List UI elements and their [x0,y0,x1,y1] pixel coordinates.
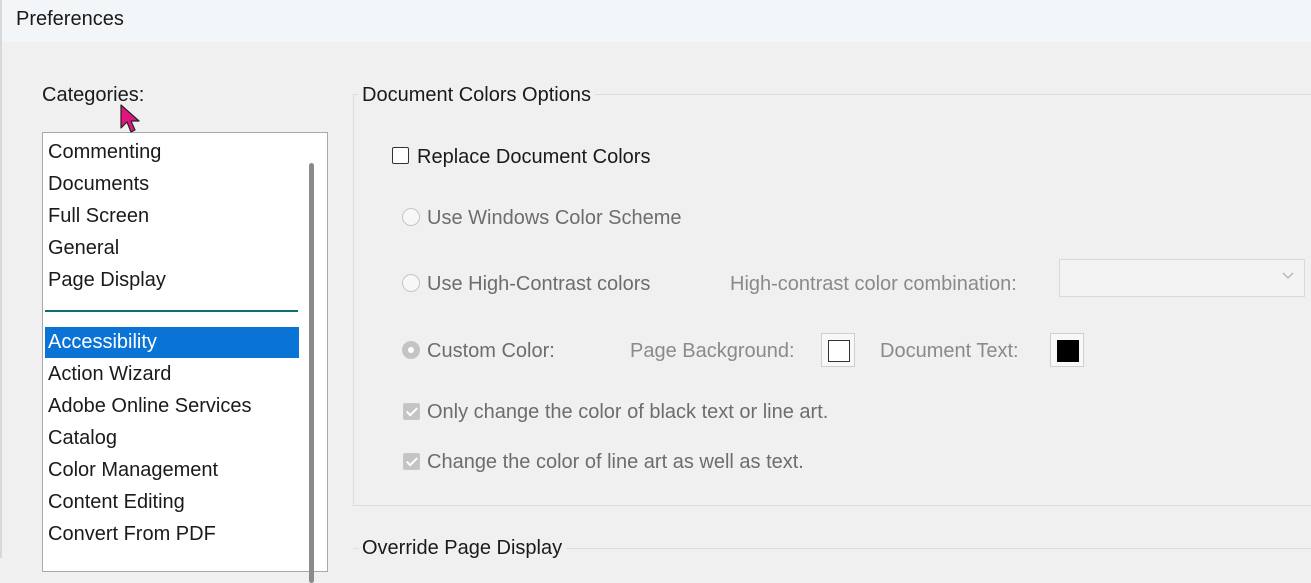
categories-list[interactable]: Commenting Documents Full Screen General… [42,132,328,583]
custom-color-radio[interactable] [402,341,420,359]
replace-document-colors-label: Replace Document Colors [417,146,651,168]
document-colors-title: Document Colors Options [358,84,595,107]
category-item-page-display[interactable]: Page Display [45,265,299,296]
only-black-text-label: Only change the color of black text or l… [427,401,829,423]
windows-color-scheme-radio[interactable] [402,208,420,226]
category-item-color-management[interactable]: Color Management [45,455,299,486]
category-item-action-wizard[interactable]: Action Wizard [45,359,299,390]
category-item-convert-from-pdf[interactable]: Convert From PDF [45,519,299,550]
page-background-swatch[interactable] [821,333,855,367]
mouse-cursor-icon [120,104,140,133]
category-item-catalog[interactable]: Catalog [45,423,299,454]
window-title: Preferences [16,8,124,30]
page-background-label: Page Background: [630,340,795,362]
line-art-label: Change the color of line art as well as … [427,451,804,473]
high-contrast-combination-select[interactable] [1059,259,1305,297]
category-item-general[interactable]: General [45,233,299,264]
category-item-accessibility[interactable]: Accessibility [45,327,299,358]
only-black-text-checkbox[interactable] [403,403,420,420]
high-contrast-colors-label: Use High-Contrast colors [427,273,651,295]
document-text-swatch[interactable] [1050,333,1084,367]
category-item-content-editing[interactable]: Content Editing [45,487,299,518]
chevron-down-icon [1282,272,1294,279]
category-item-commenting[interactable]: Commenting [45,137,299,168]
line-art-checkbox[interactable] [403,453,420,470]
category-item-adobe-online-services[interactable]: Adobe Online Services [45,391,299,422]
window-edge [0,0,2,558]
category-item-full-screen[interactable]: Full Screen [45,201,299,232]
category-separator [45,310,298,312]
replace-document-colors-checkbox[interactable] [392,147,409,164]
document-text-color [1057,340,1079,362]
high-contrast-colors-radio[interactable] [402,274,420,292]
windows-color-scheme-label: Use Windows Color Scheme [427,207,682,229]
category-item-documents[interactable]: Documents [45,169,299,200]
custom-color-label: Custom Color: [427,340,555,362]
high-contrast-combination-label: High-contrast color combination: [730,273,1017,295]
categories-scrollbar[interactable] [309,163,314,583]
document-text-label: Document Text: [880,340,1019,362]
page-background-color [828,340,850,362]
override-page-display-title: Override Page Display [358,537,567,560]
title-bar: Preferences [0,0,1311,42]
